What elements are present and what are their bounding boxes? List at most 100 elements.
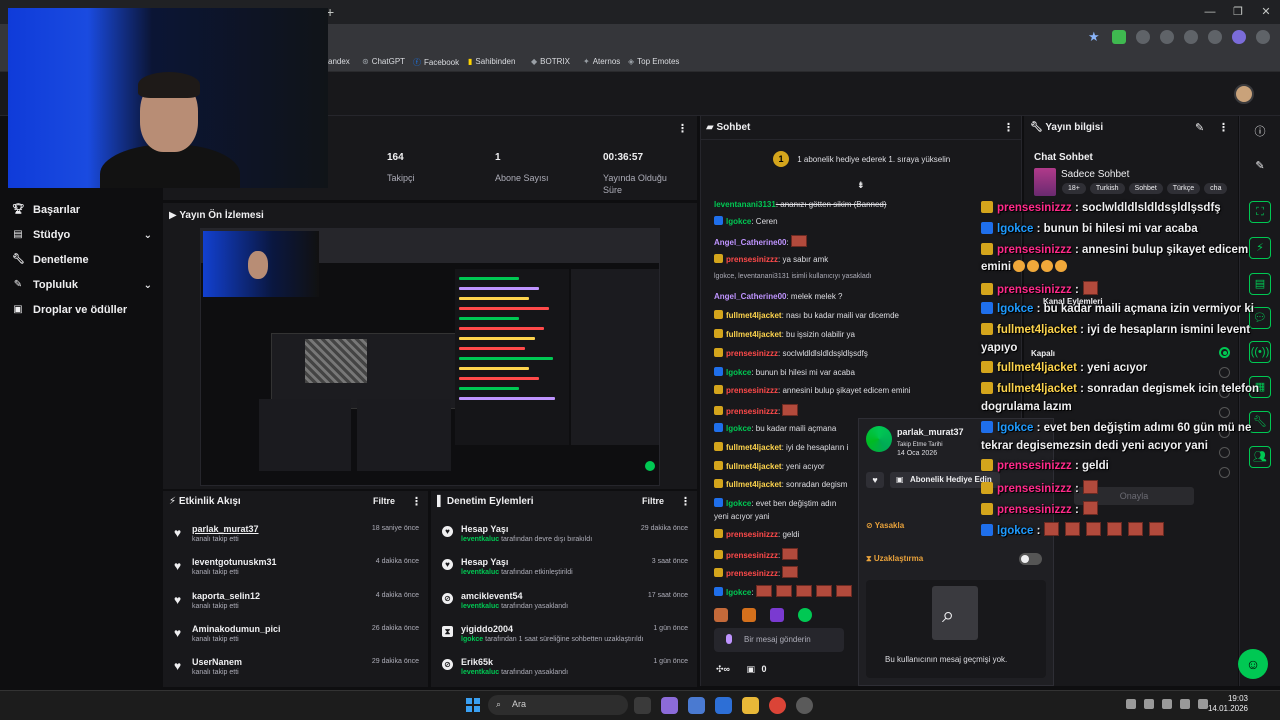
chat-username[interactable]: prensesinizzz [726,551,778,560]
chat-username[interactable]: fullmet4ljacket [726,462,782,471]
tag[interactable]: cha [1204,183,1228,194]
bookmark-item[interactable]: ⓕ Facebook [413,57,459,68]
taskbar-clock[interactable]: 19:03 14.01.2026 [1208,694,1248,714]
close-icon[interactable]: ✕ [1252,0,1280,24]
chat-message[interactable]: leventanani3131: ananızı götten sikim (B… [714,199,887,210]
lightning-icon[interactable]: ⚡︎ [1249,237,1271,259]
chat-message[interactable]: prensesinizzz: [714,548,800,561]
user-card-name[interactable]: parlak_murat37 [897,427,964,437]
wrench-icon[interactable]: 🔧︎ [1249,411,1271,433]
nav-item-community[interactable]: ✎ Topluluk ⌄ [12,277,152,293]
task-view-icon[interactable] [634,697,651,714]
bookmark-item[interactable]: ◆ BOTRIX [531,57,570,66]
tag[interactable]: Sohbet [1128,183,1163,194]
minimize-icon[interactable]: — [1196,0,1224,24]
activity-row[interactable]: ♥ UserNanem kanalı takip etti 29 dakika … [163,657,428,685]
mod-row[interactable]: ⊘ Erik65k leventkaluc tarafından yasakla… [431,657,697,685]
mod-target[interactable]: amciklevent54 [461,591,523,601]
tag[interactable]: Turkish [1089,183,1125,194]
mod-row[interactable]: ♥ Hesap Yaşı leventkaluc tarafından etki… [431,557,697,585]
chat-message[interactable]: prensesinizzz: [714,404,800,417]
chat-input[interactable]: Bir mesaj gönderin [714,628,844,652]
microphone-icon[interactable] [1144,699,1154,709]
maximize-icon[interactable]: ❐ [1224,0,1252,24]
taskbar-search[interactable]: ⌕ Ara [488,695,628,715]
extension-shield-icon[interactable] [1112,30,1126,44]
activity-row[interactable]: ♥ Aminakodumun_pici kanalı takip etti 26… [163,624,428,652]
mod-row[interactable]: ⧗ yigiddo2004 lgokce tarafından 1 saat s… [431,624,697,652]
chat-username[interactable]: prensesinizzz [726,569,778,578]
chat-username[interactable]: Angel_Catherine00 [714,292,786,301]
network-icon[interactable] [1162,699,1172,709]
mod-row[interactable]: ⊘ amciklevent54 leventkaluc tarafından y… [431,591,697,619]
activity-user[interactable]: kaporta_selin12 [192,591,260,601]
emote-icon[interactable] [714,608,728,622]
extension-icon[interactable] [1160,30,1174,44]
obs-icon[interactable] [796,697,813,714]
chat-username[interactable]: prensesinizzz [726,349,778,358]
chat-message[interactable]: prensesinizzz: annesini bulup şikayet ed… [714,385,911,396]
scroll-down-icon[interactable]: ⇟ [857,180,864,191]
more-options-icon[interactable]: ⋮ [411,495,422,508]
store-icon[interactable] [715,697,732,714]
chat-message[interactable]: fullmet4ljacket: yeni acıyor [714,461,825,472]
chevron-up-icon[interactable] [1126,699,1136,709]
emote-icon[interactable] [798,608,812,622]
chat-message[interactable]: prensesinizzz: soclwldldlsldldsşldlşsdfş [714,348,868,359]
gift-icon[interactable]: ▣ [746,664,755,674]
chat-username[interactable]: fullmet4ljacket [726,443,782,452]
filter-button[interactable]: Filtre [373,496,395,506]
app-icon[interactable] [661,697,678,714]
chat-username[interactable]: prensesinizzz [726,255,778,264]
stream-preview-video[interactable] [200,228,660,486]
chat-message[interactable]: yeni acıyor yani [714,511,770,522]
more-options-icon[interactable]: ⋮ [1003,121,1014,134]
profile-icon[interactable] [1232,30,1246,44]
battery-icon[interactable] [1198,699,1208,709]
chat-message[interactable]: lgokce: [714,585,854,598]
nav-item-achievements[interactable]: 🏆︎ Başarılar [12,202,152,218]
chat-username[interactable]: lgokce [726,424,751,433]
chat-message[interactable]: fullmet4ljacket: bu işsizin olabilir ya [714,329,855,340]
media-icon[interactable] [1208,30,1222,44]
more-options-icon[interactable]: ⋮ [1218,121,1229,134]
nav-item-drops[interactable]: ▣ Droplar ve ödüller [12,302,152,318]
chat-username[interactable]: lgokce [726,368,751,377]
gift-leaderboard-banner[interactable]: 1 1 abonelik hediye ederek 1. sıraya yük… [773,151,950,167]
mod-target[interactable]: yigiddo2004 [461,624,513,634]
bookmark-item[interactable]: andex [328,57,350,66]
mod-row[interactable]: ♥ Hesap Yaşı leventkaluc tarafından devr… [431,524,697,552]
bookmark-item[interactable]: ⊛ ChatGPT [362,57,405,66]
edit-icon[interactable]: ✎ [1195,121,1204,134]
chat-username[interactable]: prensesinizzz [726,407,778,416]
chat-username[interactable]: prensesinizzz [726,386,778,395]
chat-username[interactable]: Angel_Catherine00 [714,238,786,247]
settings-icon[interactable] [688,697,705,714]
chat-username[interactable]: prensesinizzz [726,530,778,539]
menu-icon[interactable] [1256,30,1270,44]
chat-message[interactable]: lgokce: evet ben değiştim adın [714,498,836,509]
chat-message[interactable]: prensesinizzz: [714,566,800,579]
chat-message[interactable]: Angel_Catherine00: [714,235,809,248]
support-fab-icon[interactable]: ☺ [1238,649,1268,679]
tag[interactable]: Türkçe [1166,183,1201,194]
radio-option[interactable] [1219,447,1230,458]
chat-message[interactable]: fullmet4ljacket: nası bu kadar maili var… [714,310,899,321]
activity-user[interactable]: Aminakodumun_pici [192,624,281,634]
crop-icon[interactable]: ⛶ [1249,201,1271,223]
nav-item-studio[interactable]: ▤ Stüdyo ⌄ [12,227,152,243]
chat-message[interactable]: lgokce: bunun bi hilesi mi var acaba [714,367,855,378]
mod-target[interactable]: Erik65k [461,657,493,667]
puzzle-icon[interactable] [1184,30,1198,44]
radio-off[interactable] [1219,347,1230,358]
chat-message[interactable]: lgokce: bu kadar maili açmana [714,423,836,434]
more-options-icon[interactable]: ⋮ [677,122,688,135]
radio-option[interactable] [1219,367,1230,378]
chrome-icon[interactable] [769,697,786,714]
more-options-icon[interactable]: ⋮ [680,495,691,508]
chat-message[interactable]: prensesinizzz: ya sabır amk [714,254,828,265]
chat-message[interactable]: lgokce: Ceren [714,216,778,227]
translate-icon[interactable] [1136,30,1150,44]
bookmark-item[interactable]: ▮ Sahibinden [468,57,515,66]
filter-button[interactable]: Filtre [642,496,664,506]
